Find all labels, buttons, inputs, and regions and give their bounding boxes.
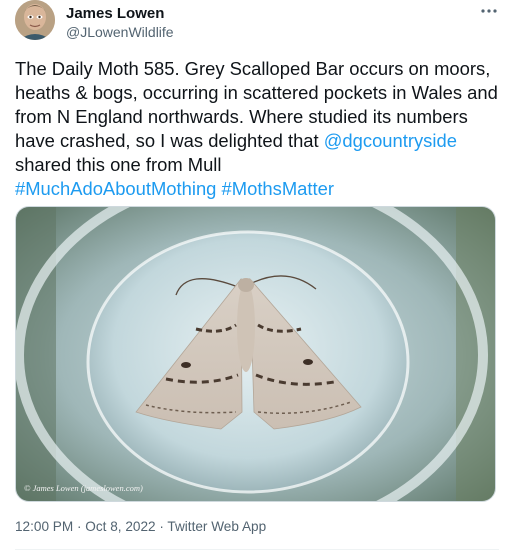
photo-credit: © James Lowen (jameslowen.com) xyxy=(24,483,143,493)
hashtag-link[interactable]: #MuchAdoAboutMothing xyxy=(15,178,216,199)
author-avatar[interactable] xyxy=(15,0,55,40)
tweet-photo[interactable]: © James Lowen (jameslowen.com) xyxy=(15,206,496,502)
tweet-card: James Lowen @JLowenWildlife The Daily Mo… xyxy=(0,0,514,551)
tweet-text: The Daily Moth 585. Grey Scalloped Bar o… xyxy=(15,57,499,201)
meta-separator: · xyxy=(155,519,168,534)
tweet-source[interactable]: Twitter Web App xyxy=(167,519,266,534)
moth-photo xyxy=(16,207,495,501)
tweet-date[interactable]: Oct 8, 2022 xyxy=(85,519,155,534)
divider xyxy=(15,549,499,550)
hashtag-link[interactable]: #MothsMatter xyxy=(222,178,334,199)
author-handle[interactable]: @JLowenWildlife xyxy=(66,24,174,40)
tweet-meta: 12:00 PM · Oct 8, 2022 · Twitter Web App xyxy=(15,519,266,534)
mention-link[interactable]: @dgcountryside xyxy=(324,130,457,151)
tweet-text-part2: shared this one from Mull xyxy=(15,154,222,175)
meta-separator: · xyxy=(73,519,86,534)
person-photo-icon xyxy=(15,0,55,40)
ellipsis-icon[interactable] xyxy=(478,2,500,20)
tweet-time[interactable]: 12:00 PM xyxy=(15,519,73,534)
author-name[interactable]: James Lowen xyxy=(66,5,164,22)
